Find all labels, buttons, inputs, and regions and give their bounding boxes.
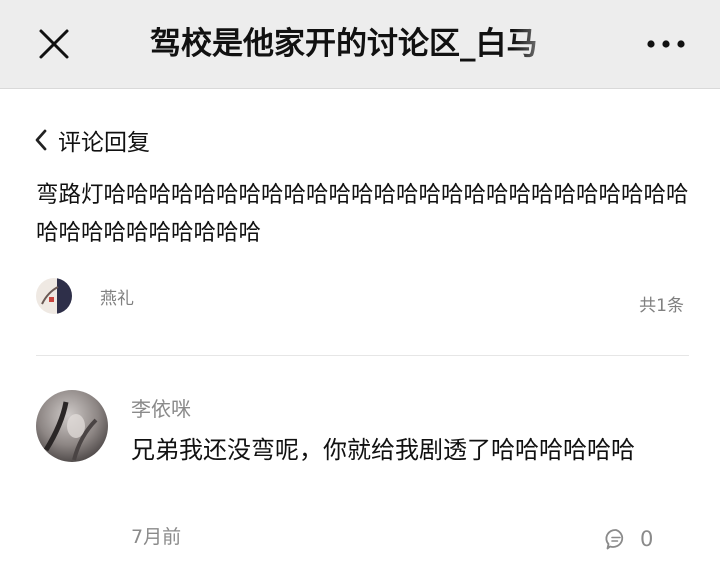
reply-comment-button[interactable]: 0 xyxy=(604,526,653,552)
divider xyxy=(36,355,689,356)
page-title: 驾校是他家开的讨论区_白马 xyxy=(150,26,538,62)
reply-text: 兄弟我还没弯呢，你就给我剧透了哈哈哈哈哈哈 xyxy=(131,436,635,464)
reply-author-name[interactable]: 李依咪 xyxy=(131,393,191,422)
close-button[interactable] xyxy=(34,24,74,64)
reply-count: 共1条 xyxy=(639,296,684,316)
reply-timestamp: 7月前 xyxy=(131,526,182,548)
author-avatar[interactable] xyxy=(36,278,72,314)
more-button[interactable] xyxy=(640,30,692,58)
comment-bubble-icon xyxy=(605,529,624,550)
chevron-left-icon xyxy=(35,129,47,151)
author-name[interactable]: 燕礼 xyxy=(100,284,134,309)
comment-reply-heading: 评论回复 xyxy=(58,130,150,156)
reply-avatar[interactable] xyxy=(36,390,108,462)
main-comment-author-row: 燕礼 共1条 xyxy=(36,278,684,316)
main-comment-text: 弯路灯哈哈哈哈哈哈哈哈哈哈哈哈哈哈哈哈哈哈哈哈哈哈哈哈哈哈哈哈哈哈哈哈哈哈哈哈 xyxy=(36,182,689,246)
back-to-comments-link[interactable]: 评论回复 xyxy=(34,122,150,158)
reply-comment-count: 0 xyxy=(640,527,654,551)
top-bar: 驾校是他家开的讨论区_白马 xyxy=(0,0,720,89)
more-dots-icon xyxy=(647,40,685,48)
close-icon xyxy=(39,29,69,59)
